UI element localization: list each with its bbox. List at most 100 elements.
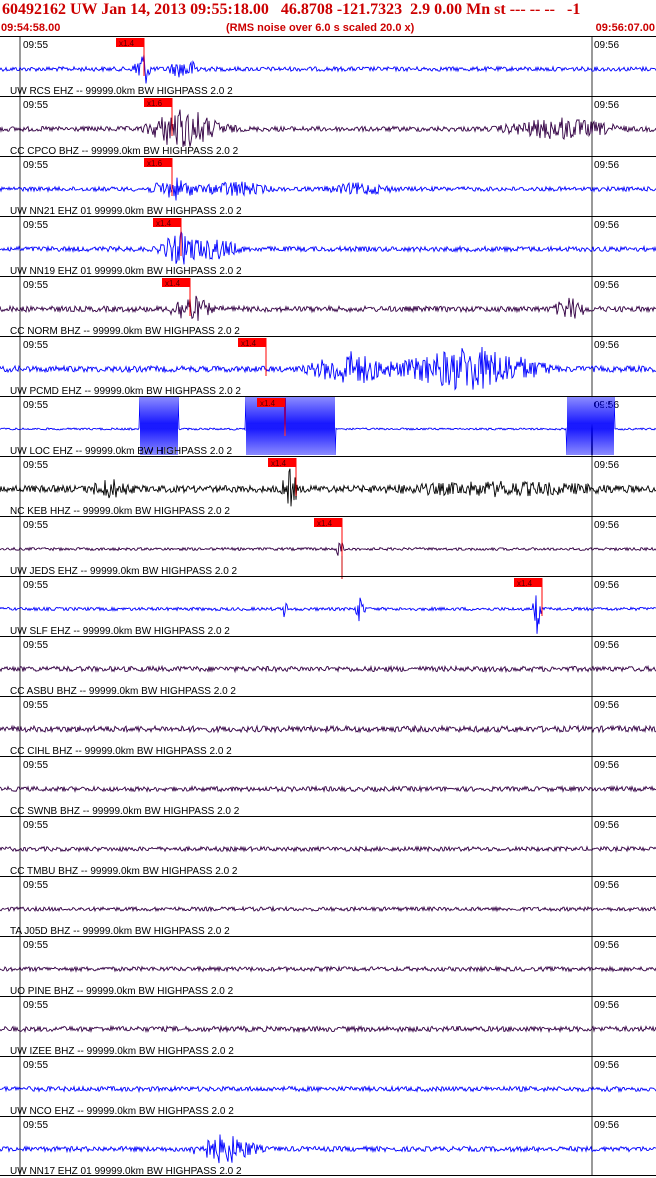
time-tick-label: 09:55 [23,220,48,231]
waveform [0,784,656,793]
trace-row: 09:55 09:56 x1.4 CC NORM BHZ -- 99999.0km B… [0,276,656,337]
waveform [0,229,656,265]
trace-row: 09:55 09:56 x1.4 NC KEB HHZ -- 99999.0km BW… [0,456,656,517]
waveform [0,664,656,674]
waveform [0,177,656,201]
trace-row: 09:55 09:56 CC SWNB BHZ -- 99999.0km BW HI… [0,756,656,817]
waveform [0,468,656,507]
time-tick-label: 09:55 [23,160,48,171]
channel-label: UW LOC EHZ -- 99999.0km BW HIGHPASS 2.0 … [10,446,233,457]
waveform [0,53,656,84]
pick-label: x1.6 [147,99,163,108]
time-tick-label: 09:55 [23,100,48,111]
pick-label: x1.6 [147,159,163,168]
trace-row: 09:55 09:56 x1.4 UW RCS EHZ -- 99999.0km BW… [0,36,656,97]
time-tick-label: 09:56 [594,40,619,51]
time-tick-label: 09:56 [594,280,619,291]
time-tick-label: 09:56 [594,520,619,531]
time-tick-label: 09:55 [23,400,48,411]
trace-row: 09:55 09:56 UW IZEE BHZ -- 99999.0km BW HI… [0,996,656,1057]
time-tick-label: 09:56 [594,640,619,651]
start-time: 09:54:58.00 [1,22,61,34]
trace-row: 09:55 09:56 x1.4 UW PCMD EHZ -- 99999.0km B… [0,336,656,397]
time-tick-label: 09:55 [23,1120,48,1131]
waveform [0,346,656,391]
pick-label: x1.4 [260,399,276,408]
channel-label: UW NN21 EHZ 01 99999.0km BW HIGHPASS 2.0… [10,206,242,217]
trace-row: 09:55 09:56 CC ASBU BHZ -- 99999.0km BW HI… [0,636,656,697]
trace-row: 09:55 09:56 x1.4 UW JEDS EHZ -- 99999.0km B… [0,516,656,579]
time-tick-label: 09:56 [594,940,619,951]
time-tick-label: 09:56 [594,1060,619,1071]
time-tick-label: 09:56 [594,340,619,351]
channel-label: CC NORM BHZ -- 99999.0km BW HIGHPASS 2.0… [10,326,240,337]
channel-label: UO PINE BHZ -- 99999.0km BW HIGHPASS 2.0… [10,986,234,997]
time-tick-label: 09:55 [23,940,48,951]
time-tick-label: 09:55 [23,40,48,51]
waveform [0,1024,656,1034]
time-tick-label: 09:56 [594,820,619,831]
trace-row: 09:55 09:56 x1.6 CC CPCO BHZ -- 99999.0km B… [0,96,656,157]
channel-label: CC CIHL BHZ -- 99999.0km BW HIGHPASS 2.0… [10,746,232,757]
time-tick-label: 09:55 [23,280,48,291]
time-tick-label: 09:56 [594,220,619,231]
trace-row: 09:55 09:56 UW NCO EHZ -- 99999.0km BW HIG… [0,1056,656,1117]
time-tick-label: 09:55 [23,520,48,531]
end-time: 09:56:07.00 [595,22,655,34]
trace-row: 09:55 09:56 CC CIHL BHZ -- 99999.0km BW HI… [0,696,656,757]
channel-label: CC ASBU BHZ -- 99999.0km BW HIGHPASS 2.0… [10,686,236,697]
time-tick-label: 09:56 [594,580,619,591]
time-tick-label: 09:56 [594,460,619,471]
time-tick-label: 09:56 [594,700,619,711]
time-tick-label: 09:55 [23,460,48,471]
channel-label: UW SLF EHZ -- 99999.0km BW HIGHPASS 2.0 … [10,626,230,637]
channel-label: UW NN19 EHZ 01 99999.0km BW HIGHPASS 2.0… [10,266,242,277]
trace-row: 09:55 09:56 UO PINE BHZ -- 99999.0km BW HI… [0,936,656,997]
waveform [0,905,656,913]
waveform [0,845,656,853]
pick-label: x1.4 [156,219,172,228]
time-tick-label: 09:56 [594,1120,619,1131]
time-tick-label: 09:56 [594,160,619,171]
time-tick-label: 09:55 [23,820,48,831]
channel-label: UW PCMD EHZ -- 99999.0km BW HIGHPASS 2.0… [10,386,241,397]
trace-row: 09:55 09:56 x1.6 UW NN21 EHZ 01 99999.0km B… [0,156,656,217]
pick-label: x1.4 [119,39,135,48]
time-tick-label: 09:56 [594,1000,619,1011]
pick-label: x1.4 [241,339,257,348]
trace-row: 09:55 09:56 x1.4 UW SLF EHZ -- 99999.0km BW… [0,576,656,637]
channel-label: CC CPCO BHZ -- 99999.0km BW HIGHPASS 2.0… [10,146,239,157]
channel-label: UW IZEE BHZ -- 99999.0km BW HIGHPASS 2.0… [10,1046,234,1057]
channel-label: UW NCO EHZ -- 99999.0km BW HIGHPASS 2.0 … [10,1106,234,1117]
seismogram-panel: 09:55 09:56 x1.4 UW RCS EHZ -- 99999.0km BW… [0,36,656,1177]
waveform [0,109,656,147]
time-tick-label: 09:55 [23,640,48,651]
channel-label: CC SWNB BHZ -- 99999.0km BW HIGHPASS 2.0… [10,806,240,817]
time-tick-label: 09:55 [23,580,48,591]
trace-row: 09:55 09:56 x1.4 UW NN19 EHZ 01 99999.0km B… [0,216,656,277]
channel-label: NC KEB HHZ -- 99999.0km BW HIGHPASS 2.0 … [10,506,230,517]
waveform [0,965,656,973]
waveform [0,295,656,321]
trace-row: 09:55 09:56UW NN17 EHZ 01 99999.0km BW HI… [0,1116,656,1177]
channel-label: CC TMBU BHZ -- 99999.0km BW HIGHPASS 2.0… [10,866,238,877]
header: 60492162 UW Jan 14, 2013 09:55:18.00 46.… [0,0,656,36]
time-tick-label: 09:56 [594,880,619,891]
time-tick-label: 09:55 [23,340,48,351]
waveform [0,724,656,734]
waveform [0,541,656,556]
time-tick-label: 09:56 [594,100,619,111]
time-tick-label: 09:56 [594,760,619,771]
time-tick-label: 09:55 [23,1000,48,1011]
time-tick-label: 09:55 [23,760,48,771]
channel-label: TA J05D BHZ -- 99999.0km BW HIGHPASS 2.0… [10,926,230,937]
pick-label: x1.4 [517,579,533,588]
time-tick-label: 09:55 [23,880,48,891]
trace-row: 09:55 09:56x1.4UW LOC EHZ -- 99999.0km BW… [0,396,656,457]
time-tick-label: 09:55 [23,700,48,711]
pick-label: x1.4 [317,519,333,528]
channel-label: UW RCS EHZ -- 99999.0km BW HIGHPASS 2.0 … [10,86,233,97]
waveform [0,1134,656,1164]
trace-row: 09:55 09:56 TA J05D BHZ -- 99999.0km BW HI… [0,876,656,937]
time-tick-label: 09:55 [23,1060,48,1071]
